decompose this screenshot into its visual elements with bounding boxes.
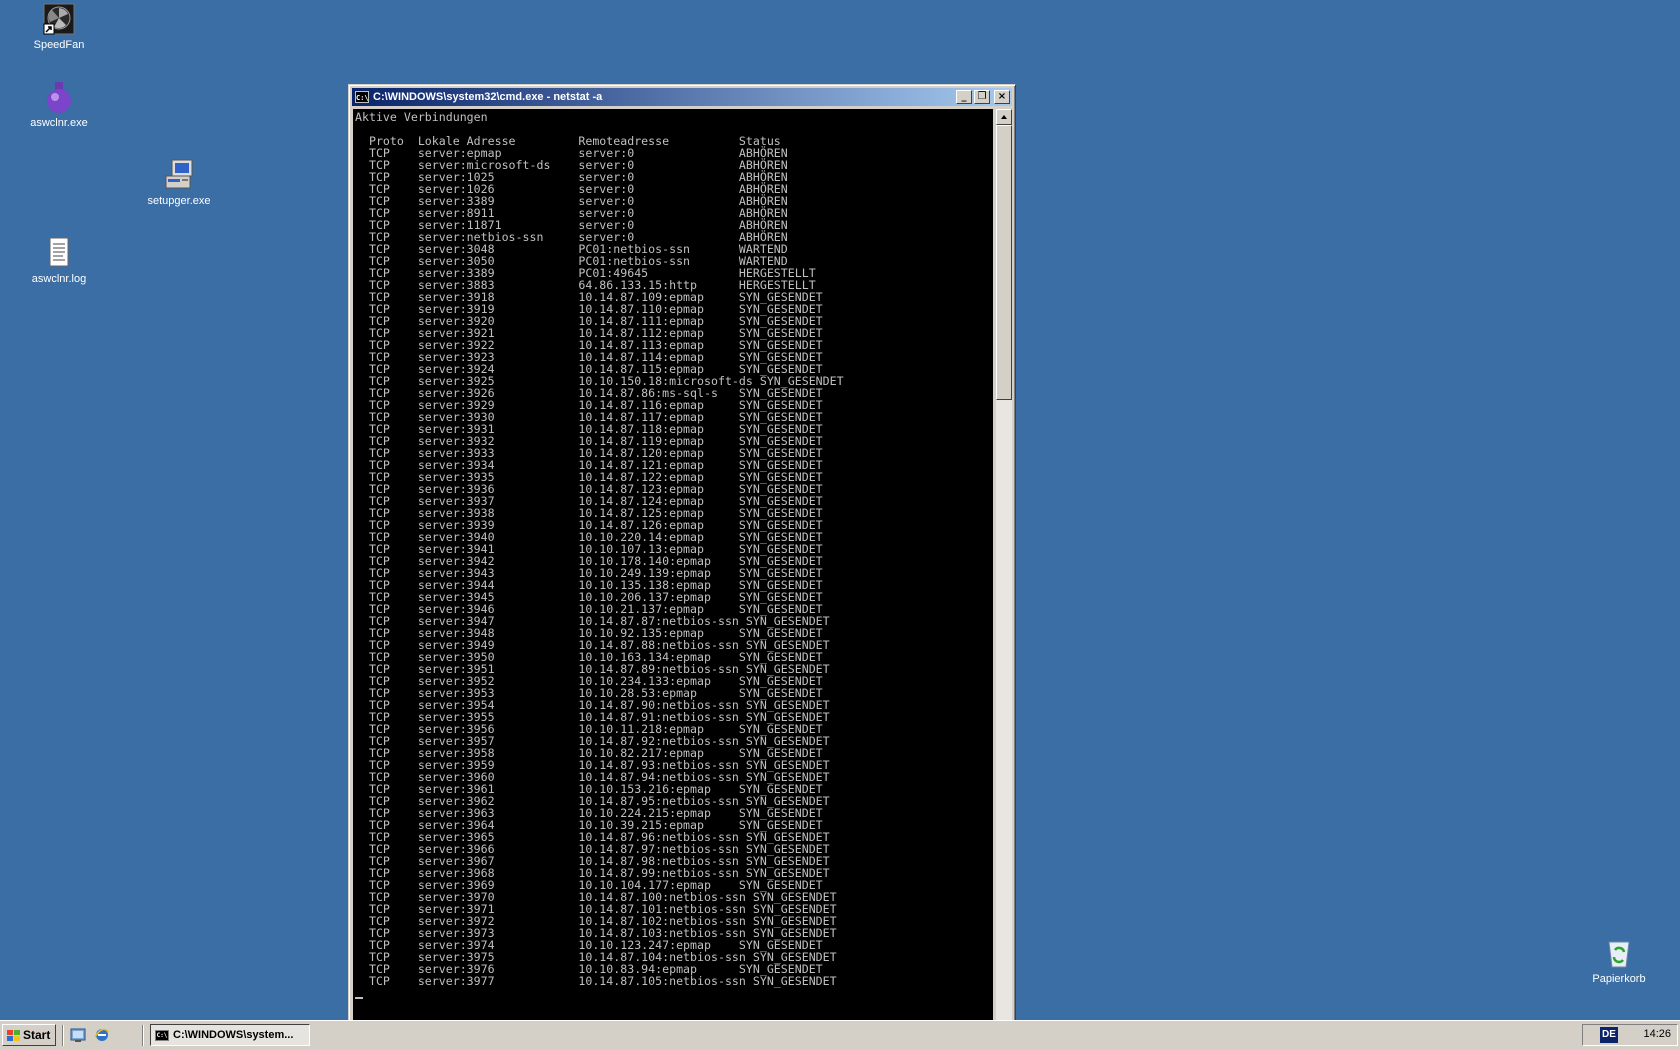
- scroll-up-button[interactable]: [996, 109, 1012, 125]
- desktop-icon-label: SpeedFan: [33, 39, 85, 51]
- cmd-window[interactable]: C:\ C:\WINDOWS\system32\cmd.exe - netsta…: [348, 84, 1016, 1026]
- purple-flask-icon: [42, 80, 76, 114]
- restore-button[interactable]: ❐: [974, 90, 990, 104]
- taskbar-separator: [62, 1025, 64, 1046]
- title-bar[interactable]: C:\ C:\WINDOWS\system32\cmd.exe - netsta…: [352, 88, 1012, 106]
- desktop-icon-label: Papierkorb: [1592, 973, 1646, 985]
- text-document-icon: [42, 236, 76, 270]
- connection-list: TCP server:epmap server:0 ABHÖREN TCP se…: [355, 147, 993, 987]
- installer-computer-icon: [162, 158, 196, 192]
- connection-row: TCP server:3977 10.14.87.105:netbios-ssn…: [355, 974, 837, 988]
- console-heading: Aktive Verbindungen: [355, 110, 488, 124]
- desktop-icon-aswclnr-log[interactable]: aswclnr.log: [4, 236, 114, 285]
- desktop-icon-label: setupger.exe: [147, 195, 211, 207]
- taskbar: Start C:\ C:\WINDOWS\system... DE 14:26: [0, 1020, 1680, 1050]
- console-output[interactable]: Aktive Verbindungen Proto Lokale Adresse…: [353, 109, 993, 1022]
- taskbar-button-cmd[interactable]: C:\ C:\WINDOWS\system...: [150, 1024, 310, 1046]
- desktop-icon-speedfan[interactable]: SpeedFan: [4, 2, 114, 51]
- language-indicator[interactable]: DE: [1600, 1027, 1618, 1043]
- show-desktop-icon[interactable]: [70, 1027, 86, 1043]
- desktop-icon-setupger[interactable]: setupger.exe: [124, 158, 234, 207]
- start-label: Start: [23, 1028, 51, 1042]
- text-cursor: [355, 997, 363, 999]
- desktop-icon-label: aswclnr.log: [31, 273, 87, 285]
- system-tray: DE 14:26: [1582, 1024, 1678, 1046]
- taskbar-separator: [142, 1025, 144, 1046]
- close-button[interactable]: ×: [994, 90, 1010, 104]
- vertical-scrollbar[interactable]: [996, 109, 1012, 1022]
- clock[interactable]: 14:26: [1643, 1028, 1671, 1040]
- recycle-bin-icon: [1602, 936, 1636, 970]
- cmd-icon[interactable]: C:\: [355, 91, 369, 103]
- cmd-icon: C:\: [155, 1029, 169, 1041]
- taskbar-button-label: C:\WINDOWS\system...: [173, 1029, 294, 1041]
- desktop-icon-recycle-bin[interactable]: Papierkorb: [1564, 936, 1674, 985]
- start-button[interactable]: Start: [2, 1024, 56, 1046]
- window-title: C:\WINDOWS\system32\cmd.exe - netstat -a: [373, 91, 603, 103]
- desktop-icon-label: aswclnr.exe: [30, 117, 88, 129]
- windows-logo-icon: [7, 1029, 20, 1041]
- speedfan-icon: [42, 2, 76, 36]
- scroll-thumb[interactable]: [996, 125, 1012, 400]
- minimize-button[interactable]: _: [956, 90, 972, 104]
- desktop-icon-aswclnr-exe[interactable]: aswclnr.exe: [4, 80, 114, 129]
- internet-explorer-icon[interactable]: [94, 1027, 110, 1043]
